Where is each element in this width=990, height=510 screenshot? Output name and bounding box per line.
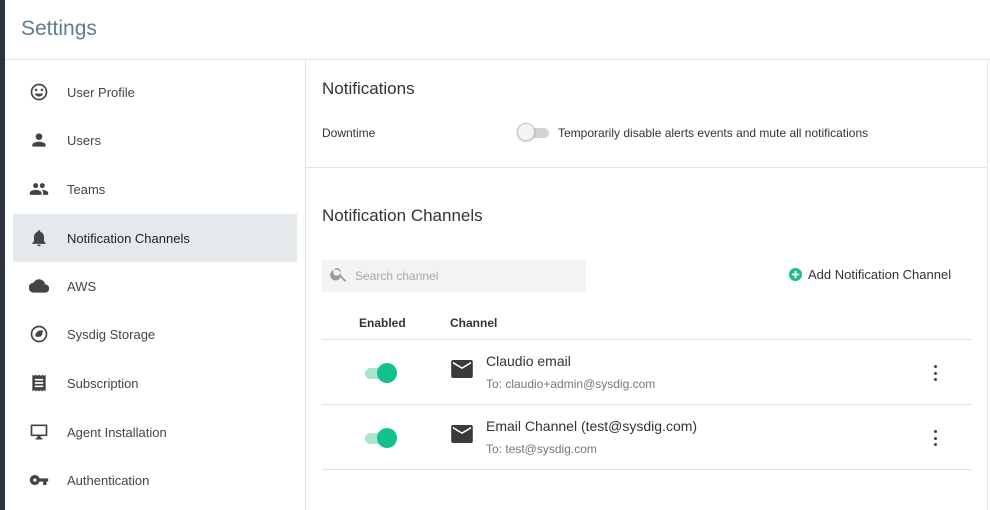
page-title: Settings — [21, 17, 97, 40]
section-divider — [306, 167, 986, 168]
channel-recipient: To: claudio+admin@sysdig.com — [486, 377, 656, 391]
add-notification-channel-button[interactable]: Add Notification Channel — [789, 267, 951, 282]
toggle-knob — [377, 363, 397, 383]
key-icon — [29, 470, 49, 490]
sidebar-item-label: Authentication — [67, 472, 150, 488]
channel-search — [322, 260, 586, 292]
monitor-icon — [29, 422, 49, 442]
settings-sidebar: User Profile Users Teams Notification Ch… — [5, 60, 305, 510]
sidebar-item-aws[interactable]: AWS — [13, 262, 297, 310]
group-icon — [29, 179, 49, 199]
mail-icon — [451, 425, 473, 443]
storage-icon — [29, 324, 49, 344]
downtime-description: Temporarily disable alerts events and mu… — [558, 126, 869, 140]
column-header-enabled: Enabled — [359, 316, 406, 330]
row-divider — [322, 404, 972, 405]
downtime-toggle[interactable] — [517, 123, 549, 141]
sidebar-item-teams[interactable]: Teams — [13, 165, 297, 213]
column-header-channel: Channel — [450, 316, 498, 330]
header-row-divider — [322, 339, 972, 340]
main-content: Notifications Downtime Temporarily disab… — [306, 60, 990, 510]
sidebar-item-authentication[interactable]: Authentication — [13, 456, 297, 504]
sidebar-item-subscription[interactable]: Subscription — [13, 359, 297, 407]
bell-icon — [29, 228, 49, 248]
sidebar-item-label: User Profile — [67, 84, 135, 100]
channels-title: Notification Channels — [322, 206, 483, 225]
notifications-title: Notifications — [322, 79, 415, 98]
downtime-toggle-knob — [517, 123, 535, 141]
channel-name[interactable]: Claudio email — [486, 353, 571, 369]
smiley-icon — [29, 82, 49, 102]
sidebar-item-label: Notification Channels — [67, 230, 190, 246]
sidebar-item-label: Sysdig Storage — [67, 326, 156, 342]
sidebar-item-label: Subscription — [67, 375, 139, 391]
channel-recipient: To: test@sysdig.com — [486, 442, 597, 456]
channel-enabled-toggle[interactable] — [365, 362, 399, 384]
sidebar-item-users[interactable]: Users — [13, 116, 297, 164]
sidebar-item-label: Users — [67, 132, 101, 148]
channel-enabled-toggle[interactable] — [365, 427, 399, 449]
add-button-label: Add Notification Channel — [808, 267, 952, 282]
sidebar-item-label: AWS — [67, 278, 97, 294]
search-input[interactable] — [355, 269, 575, 283]
sidebar-item-label: Teams — [67, 181, 106, 197]
row-divider — [322, 469, 972, 470]
panel-right-border — [987, 60, 988, 510]
cloud-icon — [29, 276, 49, 296]
mail-icon — [451, 360, 473, 378]
toggle-knob — [377, 428, 397, 448]
channel-name[interactable]: Email Channel (test@sysdig.com) — [486, 418, 697, 434]
receipt-icon — [29, 373, 49, 393]
more-options-icon[interactable] — [929, 365, 941, 381]
person-icon — [29, 130, 49, 150]
sidebar-item-user-profile[interactable]: User Profile — [13, 68, 297, 116]
sidebar-item-label: Agent Installation — [67, 424, 167, 440]
more-options-icon[interactable] — [929, 430, 941, 446]
sidebar-item-sysdig-storage[interactable]: Sysdig Storage — [13, 310, 297, 358]
sidebar-item-agent-installation[interactable]: Agent Installation — [13, 408, 297, 456]
add-circle-icon — [789, 268, 802, 281]
search-icon — [329, 264, 349, 289]
sidebar-item-notification-channels[interactable]: Notification Channels — [13, 214, 297, 262]
downtime-label: Downtime — [322, 126, 376, 140]
